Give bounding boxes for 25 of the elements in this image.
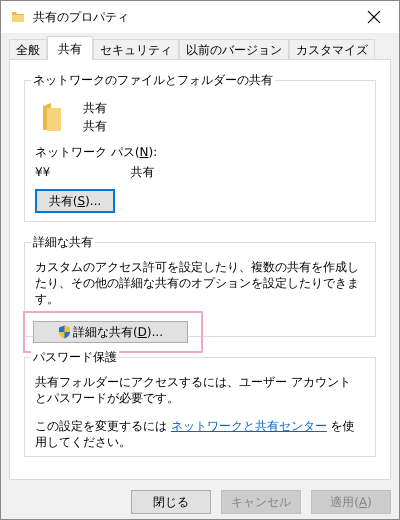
tab[interactable]: カスタマイズ xyxy=(289,39,375,59)
shield-icon xyxy=(58,325,71,339)
group-title: ネットワークのファイルとフォルダーの共有 xyxy=(31,72,275,88)
tab[interactable]: 全般 xyxy=(9,39,47,59)
folder-icon xyxy=(11,10,25,24)
advanced-sharing-button[interactable]: 詳細な共有(D)... xyxy=(33,321,188,343)
group-title: パスワード保護 xyxy=(31,349,119,365)
path-text: 共有 xyxy=(130,164,154,181)
tab[interactable]: セキュリティ xyxy=(93,39,179,59)
description-text: 共有フォルダーにアクセスするには、ユーザー アカウントとパスワードが必要です。 xyxy=(35,374,352,406)
tab[interactable]: 共有 xyxy=(47,36,93,60)
network-center-link[interactable]: ネットワークと共有センター xyxy=(170,419,327,433)
close-icon xyxy=(367,10,381,24)
dialog-button[interactable]: 閉じる xyxy=(131,490,211,514)
settings-text: この設定を変更するには ネットワークと共有センター を使用してください。 xyxy=(35,418,356,450)
description-text: カスタムのアクセス許可を設定したり、複数の共有を作成したり、その他の詳細な共有のオプションを設定したりできます。 xyxy=(35,259,360,307)
path-label: ネットワーク パス(N): xyxy=(35,145,158,159)
tab[interactable]: 以前のバージョン xyxy=(179,39,289,59)
folder-icon xyxy=(41,102,63,132)
path-text: ¥¥ xyxy=(35,164,50,181)
group-title: 詳細な共有 xyxy=(31,234,95,250)
folder-status: 共有 xyxy=(83,118,107,135)
share-button[interactable]: 共有(S)... xyxy=(35,189,115,213)
folder-name: 共有 xyxy=(83,100,107,117)
window-title: 共有のプロパティ xyxy=(33,9,129,26)
